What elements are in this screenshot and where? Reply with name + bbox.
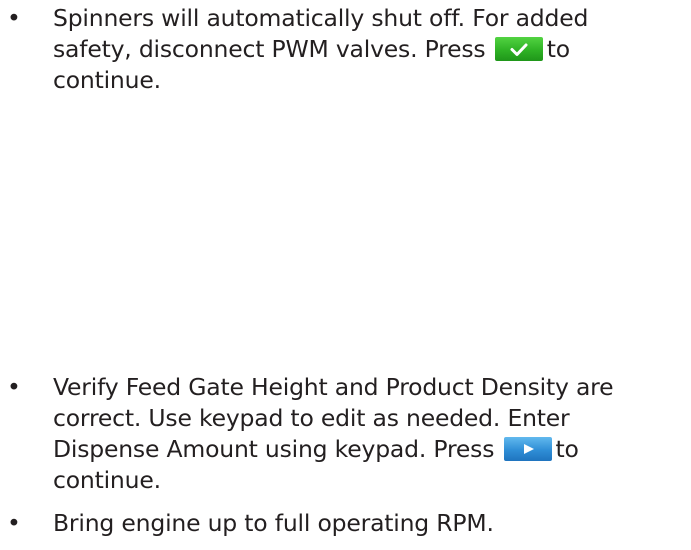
instruction-2-text-before-button: Dispense Amount using keypad. Press — [53, 435, 495, 463]
instruction-1-text-before-button: safety, disconnect PWM valves. Press — [53, 35, 486, 63]
instruction-2-line-1: Verify Feed Gate Height and Product Dens… — [53, 373, 614, 401]
confirm-button[interactable] — [494, 36, 543, 61]
instruction-3-line-1: Bring engine up to full operating RPM. — [53, 509, 494, 537]
instruction-1-line-1: Spinners will automatically shut off. Fo… — [53, 4, 589, 32]
instruction-2-text-after-button: to — [555, 435, 579, 463]
play-icon — [523, 443, 534, 454]
instruction-2-line-3: Dispense Amount using keypad. Press to — [53, 435, 579, 464]
bullet: • — [7, 509, 21, 537]
instruction-2-line-4: continue. — [53, 466, 161, 494]
instruction-1-line-3: continue. — [53, 66, 161, 94]
instruction-1-line-2: safety, disconnect PWM valves. Press to — [53, 35, 570, 64]
checkmark-icon — [510, 43, 528, 56]
bullet: • — [7, 373, 21, 401]
instruction-1-text-after-button: to — [546, 35, 570, 63]
instruction-2-line-2: correct. Use keypad to edit as needed. E… — [53, 404, 570, 432]
next-button[interactable] — [503, 436, 552, 461]
bullet: • — [7, 4, 21, 32]
